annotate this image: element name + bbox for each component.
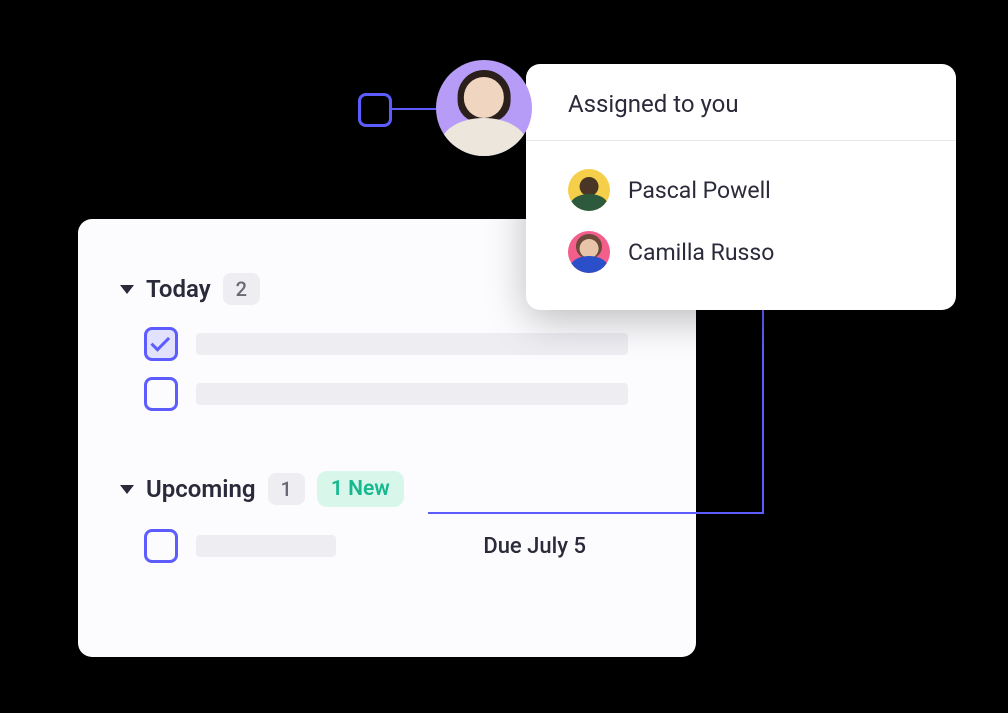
task-checkbox[interactable] — [144, 377, 178, 411]
assignee-item[interactable]: Camilla Russo — [568, 221, 914, 283]
task-row[interactable]: Due July 5 — [116, 529, 658, 563]
task-title-placeholder — [196, 383, 628, 405]
assignee-name: Pascal Powell — [628, 177, 771, 204]
task-row[interactable] — [116, 377, 658, 411]
assignee-name: Camilla Russo — [628, 239, 774, 266]
check-icon — [150, 332, 170, 352]
assignee-panel: Assigned to you Pascal Powell Camilla Ru… — [526, 64, 956, 310]
floating-checkbox[interactable] — [358, 93, 392, 127]
task-title-placeholder — [196, 535, 336, 557]
due-date: Due July 5 — [483, 534, 586, 559]
current-user-avatar[interactable] — [436, 60, 532, 156]
section-title: Upcoming — [146, 475, 256, 503]
section-header-upcoming[interactable]: Upcoming 1 1 New — [116, 471, 658, 507]
connector-line — [428, 512, 764, 514]
new-badge: 1 New — [317, 471, 404, 507]
avatar — [568, 231, 610, 273]
task-row[interactable] — [116, 327, 658, 361]
caret-down-icon — [120, 285, 134, 294]
caret-down-icon — [120, 485, 134, 494]
assignee-panel-title: Assigned to you — [526, 64, 956, 141]
count-badge: 2 — [223, 273, 260, 305]
section-title: Today — [146, 275, 211, 303]
avatar — [568, 169, 610, 211]
task-checkbox-checked[interactable] — [144, 327, 178, 361]
count-badge: 1 — [268, 473, 305, 505]
assignee-item[interactable]: Pascal Powell — [568, 159, 914, 221]
assignee-list: Pascal Powell Camilla Russo — [526, 141, 956, 301]
connector-line — [392, 108, 436, 110]
connector-line — [762, 310, 764, 514]
task-title-placeholder — [196, 333, 628, 355]
task-checkbox[interactable] — [144, 529, 178, 563]
